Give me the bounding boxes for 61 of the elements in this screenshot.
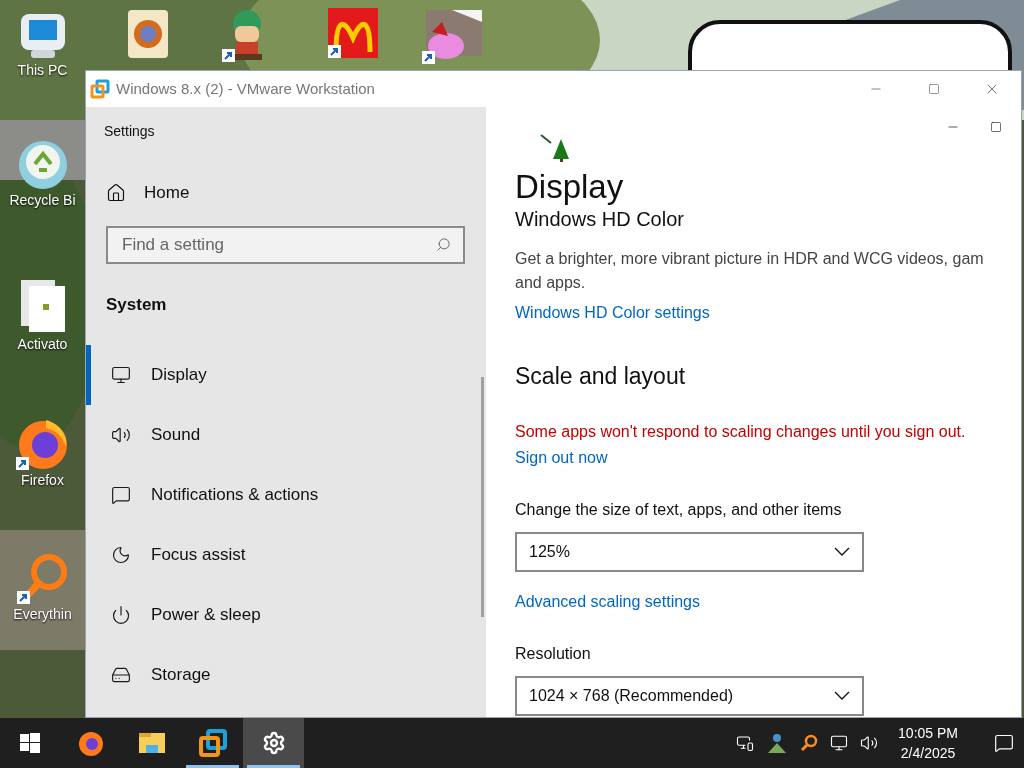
nav-item[interactable]: Storage — [86, 645, 486, 705]
speech-bubble-icon — [111, 485, 131, 505]
speaker-icon — [126, 8, 170, 60]
field-label: Resolution — [515, 643, 592, 664]
warning-text: Some apps won't respond to scaling changes until you sign out. — [515, 421, 967, 442]
firefox-icon — [76, 729, 105, 757]
notifications-icon[interactable] — [994, 733, 1014, 753]
shortcut-arrow-icon — [422, 51, 435, 64]
description-text: and apps. — [515, 273, 587, 293]
sign-out-link[interactable]: Sign out now — [515, 445, 1011, 470]
desktop-icon-label[interactable]: Firefox — [21, 470, 64, 491]
scrollbar[interactable] — [481, 377, 484, 617]
power-icon — [111, 605, 131, 625]
search-icon — [436, 236, 451, 252]
desktop-icon-label[interactable]: Everythin — [13, 604, 72, 625]
section-heading: System — [106, 293, 168, 316]
windows-logo-icon — [20, 733, 40, 753]
section-heading: Scale and layout — [515, 362, 687, 391]
network-icon[interactable] — [830, 734, 849, 752]
field-label: Change the size of text, apps, and other items — [515, 499, 843, 520]
overlapping-squares-icon — [90, 79, 110, 99]
monitor-icon — [111, 365, 131, 385]
desktop-icon-label[interactable]: Recycle Bi — [9, 190, 76, 211]
recycle-bin-icon — [16, 140, 69, 190]
settings-icon — [261, 731, 286, 755]
scale-dropdown[interactable]: 125% — [515, 531, 864, 572]
page-title: Display — [515, 167, 625, 207]
volume-icon[interactable] — [860, 734, 879, 752]
chevron-icon — [834, 691, 850, 700]
resolution-dropdown[interactable]: 1024 × 768 (Recommended) — [515, 675, 864, 716]
description-text: Get a brighter, more vibrant picture in HDR and WCG videos, gam — [515, 249, 985, 269]
nav-item[interactable]: Sound — [86, 405, 486, 465]
nav-item[interactable]: Notifications & actions — [86, 465, 486, 525]
magnifier-icon[interactable] — [800, 734, 819, 752]
home-nav-item[interactable]: Home — [106, 180, 486, 206]
shortcut-arrow-icon — [222, 49, 235, 62]
section-heading: Windows HD Color — [515, 207, 685, 231]
overlapping-squares-icon — [197, 728, 228, 758]
nav-item[interactable]: Power & sleep — [86, 585, 486, 645]
moon-icon — [111, 545, 131, 565]
clock[interactable]: 10:05 PM 2/4/2025 — [898, 723, 958, 763]
app-title: Settings — [104, 122, 156, 141]
taskbar-app[interactable] — [243, 718, 304, 768]
window-title: Windows 8.x (2) - VMware Workstation — [116, 78, 375, 99]
maximize-icon — [928, 83, 940, 95]
home-icon — [106, 182, 126, 203]
drive-icon — [111, 665, 131, 685]
desktop-icon-label[interactable]: Activato — [17, 334, 68, 355]
arches-logo-icon — [328, 8, 378, 58]
search-field[interactable]: Find a setting — [106, 225, 465, 264]
desktop-icon-label[interactable]: This PC — [17, 60, 68, 81]
speaker-icon — [111, 425, 131, 445]
chevron-icon — [834, 547, 850, 556]
maximize-icon — [990, 121, 1002, 133]
nav-item[interactable]: Focus assist — [86, 525, 486, 585]
settings-link[interactable]: Windows HD Color settings — [515, 301, 1011, 325]
settings-link[interactable]: Advanced scaling settings — [515, 589, 1011, 614]
folder-icon — [137, 731, 166, 755]
shortcut-arrow-icon — [328, 45, 341, 58]
devices-icon[interactable] — [736, 734, 755, 752]
person-icon[interactable] — [766, 733, 789, 753]
